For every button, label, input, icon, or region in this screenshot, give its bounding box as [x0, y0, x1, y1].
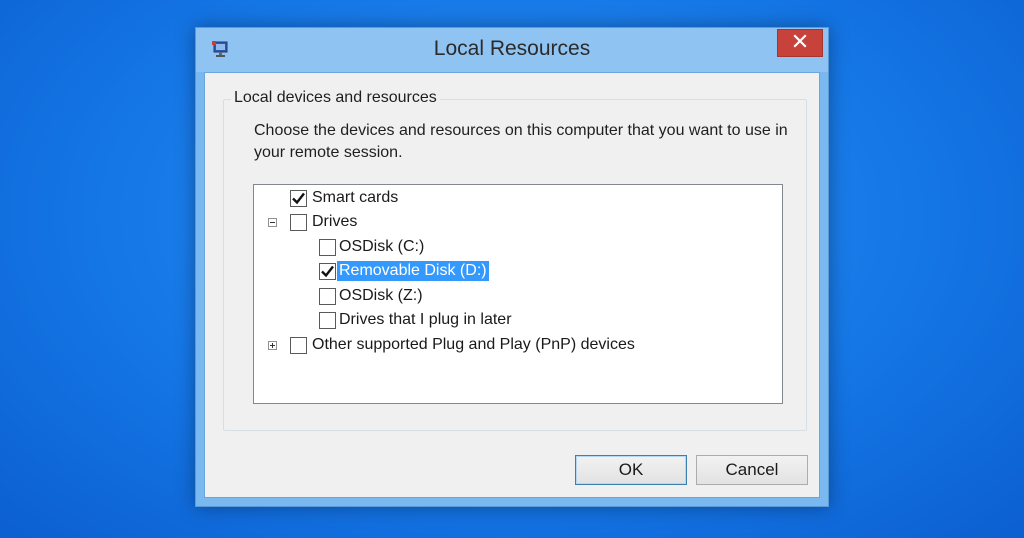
- tree-item-label: Smart cards: [312, 189, 399, 206]
- tree-item-removable-disk-d[interactable]: Removable Disk (D:): [319, 260, 489, 282]
- removable-disk-d-checkbox[interactable]: [319, 262, 336, 280]
- pnp-devices-checkbox[interactable]: [290, 336, 307, 354]
- tree-item-label: Drives: [312, 213, 358, 230]
- collapse-drives-icon[interactable]: [268, 218, 277, 227]
- tree-item-label: Drives that I plug in later: [339, 311, 512, 328]
- device-tree[interactable]: Smart cards Drives OSDisk (C:) Removable…: [253, 184, 783, 404]
- local-devices-groupbox: Local devices and resources Choose the d…: [223, 89, 807, 431]
- tree-item-osdisk-z[interactable]: OSDisk (Z:): [319, 285, 425, 307]
- expand-pnp-icon[interactable]: [268, 341, 277, 350]
- tree-item-label: Other supported Plug and Play (PnP) devi…: [312, 336, 635, 353]
- ok-button[interactable]: OK: [575, 455, 687, 485]
- drives-later-checkbox[interactable]: [319, 311, 336, 329]
- tree-item-label: Removable Disk (D:): [337, 261, 489, 281]
- close-button[interactable]: [777, 29, 823, 57]
- tree-item-label: OSDisk (C:): [339, 238, 425, 255]
- osdisk-c-checkbox[interactable]: [319, 238, 336, 256]
- tree-item-drives[interactable]: Drives: [290, 211, 359, 233]
- smart-cards-checkbox[interactable]: [290, 189, 307, 207]
- groupbox-legend: Local devices and resources: [231, 89, 440, 107]
- cancel-button[interactable]: Cancel: [696, 455, 808, 485]
- tree-item-pnp-devices[interactable]: Other supported Plug and Play (PnP) devi…: [290, 334, 637, 356]
- drives-checkbox[interactable]: [290, 213, 307, 231]
- local-resources-dialog: Local Resources Local devices and resour…: [195, 27, 829, 507]
- tree-item-label: OSDisk (Z:): [339, 287, 423, 304]
- tree-item-osdisk-c[interactable]: OSDisk (C:): [319, 236, 426, 258]
- dialog-client-area: Local devices and resources Choose the d…: [204, 72, 820, 498]
- dialog-title: Local Resources: [433, 37, 591, 60]
- tree-item-drives-plug-in-later[interactable]: Drives that I plug in later: [319, 309, 514, 331]
- title-bar[interactable]: Local Resources: [196, 28, 828, 72]
- groupbox-description: Choose the devices and resources on this…: [254, 122, 788, 161]
- close-icon: [793, 33, 807, 53]
- osdisk-z-checkbox[interactable]: [319, 287, 336, 305]
- tree-item-smart-cards[interactable]: Smart cards: [290, 187, 400, 209]
